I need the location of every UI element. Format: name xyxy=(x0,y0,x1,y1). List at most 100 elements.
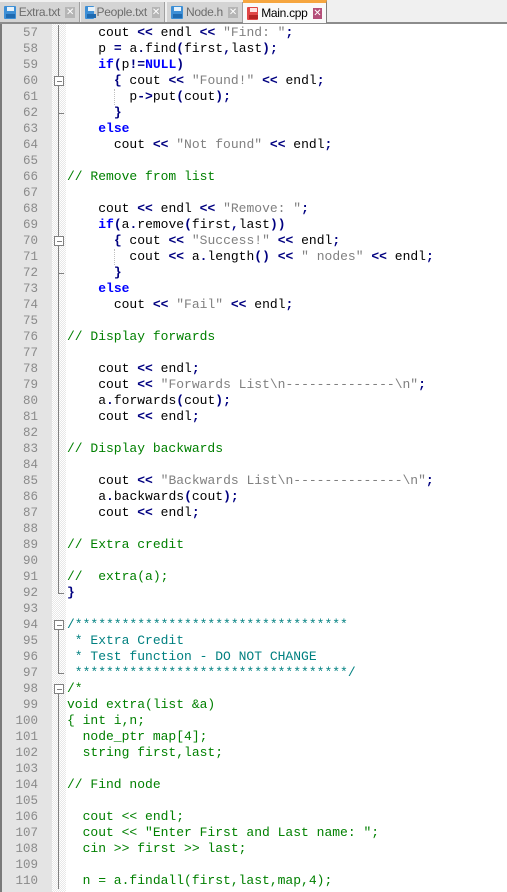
code-line[interactable]: 74 cout << "Fail" << endl; xyxy=(2,297,507,313)
fold-collapse-icon[interactable] xyxy=(54,236,64,246)
token-cm: string first,last; xyxy=(67,745,224,760)
code-line[interactable]: 57 cout << endl << "Find: "; xyxy=(2,25,507,41)
floppy-disk-unsaved-icon xyxy=(247,6,259,20)
code-line[interactable]: 108 cin >> first >> last; xyxy=(2,841,507,857)
tab-node-h[interactable]: Node.h ✕ xyxy=(167,2,243,22)
line-number: 103 xyxy=(15,762,38,776)
code-line[interactable]: 100 { int i,n; xyxy=(2,713,507,729)
token-sp xyxy=(153,473,161,488)
code-line[interactable]: 97 ***********************************/ xyxy=(2,665,507,681)
token-id: a xyxy=(121,41,138,56)
code-line[interactable]: 93 xyxy=(2,601,507,617)
code-line[interactable]: 84 xyxy=(2,457,507,473)
code-line[interactable]: 86 a.backwards(cout); xyxy=(2,489,507,505)
close-icon[interactable]: ✕ xyxy=(65,6,75,18)
token-id: cout xyxy=(191,489,224,504)
line-number: 106 xyxy=(15,810,38,824)
line-number: 68 xyxy=(22,202,38,216)
code-line[interactable]: 67 xyxy=(2,185,507,201)
code-line[interactable]: 73 else xyxy=(2,281,507,297)
code-line[interactable]: 96 * Test function - DO NOT CHANGE xyxy=(2,649,507,665)
code-line[interactable]: 79 cout << "Forwards List\n-------------… xyxy=(2,377,507,393)
token-str: "Forwards List\n--------------\n" xyxy=(160,377,419,392)
token-op: ; xyxy=(425,249,434,264)
close-icon[interactable]: ✕ xyxy=(227,6,238,18)
code-line[interactable]: 62 } xyxy=(2,105,507,121)
code-line[interactable]: 70 { cout << "Success!" << endl; xyxy=(2,233,507,249)
code-line[interactable]: 92} xyxy=(2,585,507,601)
token-id: put xyxy=(152,89,177,104)
fold-collapse-icon[interactable] xyxy=(54,684,64,694)
code-line[interactable]: 104 // Find node xyxy=(2,777,507,793)
code-line[interactable]: 78 cout << endl; xyxy=(2,361,507,377)
token-sp xyxy=(270,249,278,264)
code-line[interactable]: 60 { cout << "Found!" << endl; xyxy=(2,73,507,89)
fold-line xyxy=(52,841,66,857)
tab-people-txt[interactable]: People.txt ✕ xyxy=(81,2,165,22)
code-line[interactable]: 80 a.forwards(cout); xyxy=(2,393,507,409)
code-line[interactable]: 109 xyxy=(2,857,507,873)
code-line[interactable]: 66 // Remove from list xyxy=(2,169,507,185)
code-line[interactable]: 107 cout << "Enter First and Last name: … xyxy=(2,825,507,841)
code-line[interactable]: 91 // extra(a); xyxy=(2,569,507,585)
code-line[interactable]: 83 // Display backwards xyxy=(2,441,507,457)
token-cm: n = a.findall(first,last,map,4); xyxy=(67,873,333,888)
code-line[interactable]: 64 cout << "Not found" << endl; xyxy=(2,137,507,153)
token-sp xyxy=(67,57,98,72)
code-line[interactable]: 87 cout << endl; xyxy=(2,505,507,521)
token-op: , xyxy=(223,41,231,56)
code-line[interactable]: 110 n = a.findall(first,last,map,4); xyxy=(2,873,507,889)
code-line[interactable]: 58 p = a.find(first,last); xyxy=(2,41,507,57)
token-id: a xyxy=(98,393,107,408)
token-op: ( xyxy=(176,393,185,408)
token-op: ( xyxy=(184,489,192,504)
token-str: " nodes" xyxy=(301,249,364,264)
fold-collapse-icon[interactable] xyxy=(54,76,64,86)
code-line[interactable]: 95 * Extra Credit xyxy=(2,633,507,649)
fold-marker xyxy=(52,233,66,249)
code-line[interactable]: 105 xyxy=(2,793,507,809)
code-line[interactable]: 76 // Display forwards xyxy=(2,329,507,345)
code-line[interactable]: 102 string first,last; xyxy=(2,745,507,761)
code-line[interactable]: 59 if(p!=NULL) xyxy=(2,57,507,73)
code-line[interactable]: 98 /* xyxy=(2,681,507,697)
code-text: cin >> first >> last; xyxy=(67,841,247,857)
tab-extra-txt[interactable]: Extra.txt ✕ xyxy=(0,2,80,22)
close-icon[interactable]: ✕ xyxy=(151,6,160,18)
code-line[interactable]: 68 cout << endl << "Remove: "; xyxy=(2,201,507,217)
code-line[interactable]: 63 else xyxy=(2,121,507,137)
token-id: forwards xyxy=(113,393,177,408)
tab-main-cpp[interactable]: Main.cpp ✕ xyxy=(243,0,327,23)
code-line[interactable]: 77 xyxy=(2,345,507,361)
code-line[interactable]: 103 xyxy=(2,761,507,777)
token-op: -> xyxy=(137,89,153,104)
line-number: 67 xyxy=(22,186,38,200)
code-line[interactable]: 94 /*********************************** xyxy=(2,617,507,633)
code-line[interactable]: 99 void extra(list &a) xyxy=(2,697,507,713)
code-line[interactable]: 106 cout << endl; xyxy=(2,809,507,825)
code-text: { cout << "Found!" << endl; xyxy=(67,73,325,89)
code-line[interactable]: 90 xyxy=(2,553,507,569)
code-line[interactable]: 61 p->put(cout); xyxy=(2,89,507,105)
close-icon[interactable]: ✕ xyxy=(312,7,322,19)
fold-collapse-icon[interactable] xyxy=(54,620,64,630)
token-kw: NULL xyxy=(145,57,177,72)
code-line[interactable]: 65 xyxy=(2,153,507,169)
code-line[interactable]: 101 node_ptr map[4]; xyxy=(2,729,507,745)
fold-line xyxy=(52,761,66,777)
line-number: 86 xyxy=(22,490,38,504)
code-line[interactable]: 89 // Extra credit xyxy=(2,537,507,553)
code-editor[interactable]: 57 cout << endl << "Find: "; 58 p = a.fin… xyxy=(0,24,507,892)
code-line[interactable]: 75 xyxy=(2,313,507,329)
code-text: cout << endl << "Find: "; xyxy=(67,25,293,41)
fold-line xyxy=(52,857,66,873)
code-line[interactable]: 69 if(a.remove(first,last)) xyxy=(2,217,507,233)
code-line[interactable]: 88 xyxy=(2,521,507,537)
code-line[interactable]: 82 xyxy=(2,425,507,441)
code-line[interactable]: 71 cout << a.length() << " nodes" << end… xyxy=(2,249,507,265)
code-line[interactable]: 81 cout << endl; xyxy=(2,409,507,425)
token-sp xyxy=(67,409,98,424)
code-line[interactable]: 85 cout << "Backwards List\n------------… xyxy=(2,473,507,489)
fold-gap xyxy=(52,361,66,377)
code-line[interactable]: 72 } xyxy=(2,265,507,281)
